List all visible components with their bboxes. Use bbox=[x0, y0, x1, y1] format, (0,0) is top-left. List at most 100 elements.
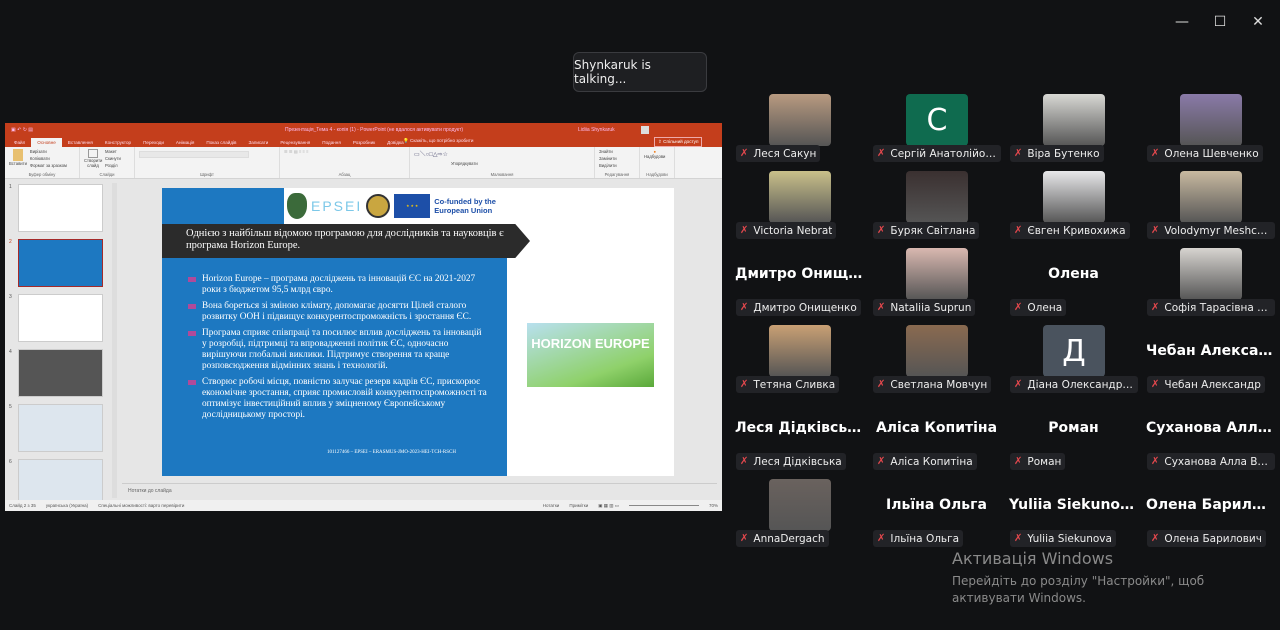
maximize-button[interactable]: ☐ bbox=[1210, 14, 1230, 30]
copy-button[interactable]: Копіювати bbox=[30, 156, 67, 161]
tab-6[interactable]: Показ слайдів bbox=[200, 138, 242, 147]
quick-access-icons[interactable]: ▣ ↶ ↻ ▤ bbox=[11, 127, 71, 133]
language[interactable]: українська (Україна) bbox=[46, 503, 88, 508]
participant-tile[interactable]: Олена Барилов... ✗ Олена Барилович bbox=[1142, 479, 1279, 556]
replace-button[interactable]: Замінити bbox=[599, 156, 617, 161]
notes-pane[interactable]: Нотатки до слайда bbox=[122, 483, 717, 500]
participant-tile[interactable]: Чебан Алексан... ✗ Чебан Александр bbox=[1142, 325, 1279, 402]
mic-muted-icon: ✗ bbox=[1151, 302, 1160, 313]
tab-0[interactable]: Файл bbox=[8, 138, 31, 147]
minimize-button[interactable]: — bbox=[1172, 14, 1192, 30]
participant-photo bbox=[769, 479, 831, 531]
close-button[interactable]: ✕ bbox=[1248, 14, 1268, 30]
comments-button[interactable]: Примітки bbox=[569, 503, 588, 508]
tab-8[interactable]: Рецензування bbox=[274, 138, 316, 147]
mic-muted-icon: ✗ bbox=[740, 456, 749, 467]
share-button[interactable]: ⇪ Спільний доступ bbox=[654, 137, 703, 147]
layout-button[interactable]: Макет bbox=[105, 149, 121, 154]
notes-button[interactable]: Нотатки bbox=[543, 503, 560, 508]
participant-name-label: ✗ Тетяна Сливка bbox=[736, 376, 840, 393]
mic-muted-icon: ✗ bbox=[877, 148, 886, 159]
participant-display-name: Роман bbox=[1048, 420, 1099, 436]
zoom-slider[interactable] bbox=[628, 505, 699, 506]
participant-tile[interactable]: Леся Дідківська ✗ Леся Дідківська bbox=[731, 402, 868, 479]
participant-tile[interactable]: Роман ✗ Роман bbox=[1005, 402, 1142, 479]
participant-tile[interactable]: Yuliia Siekunova ✗ Yuliia Siekunova bbox=[1005, 479, 1142, 556]
participant-tile[interactable]: ✗ Victoria Nebrat bbox=[731, 171, 868, 248]
cut-button[interactable]: Вирізати bbox=[30, 149, 67, 154]
tab-9[interactable]: Подання bbox=[316, 138, 347, 147]
tell-me-search[interactable]: 💡 Скажіть, що потрібно зробити bbox=[403, 138, 473, 144]
editing-group: Знайти Замінити Виділити Редагування bbox=[595, 147, 640, 178]
slide-thumbnail[interactable] bbox=[18, 404, 103, 452]
participant-tile[interactable]: ✗ AnnaDergach bbox=[731, 479, 868, 556]
participant-name: Буряк Світлана bbox=[890, 224, 976, 237]
participant-photo bbox=[1180, 94, 1242, 146]
participant-tile[interactable]: ✗ Олена Шевченко bbox=[1142, 94, 1279, 171]
tab-10[interactable]: Розробник bbox=[347, 138, 381, 147]
tab-3[interactable]: Конструктор bbox=[99, 138, 137, 147]
participant-tile[interactable]: ✗ Volodymyr Meshcheri... bbox=[1142, 171, 1279, 248]
group-label: Шрифт bbox=[200, 172, 214, 177]
clipboard-group: Вставити Вирізати Копіювати Формат за зраз… bbox=[5, 147, 80, 178]
view-buttons[interactable]: ▣ ▦ ▥ ▭ bbox=[598, 503, 619, 509]
slide: EPSEI ⋆⋆⋆ Co-funded by the European Unio… bbox=[162, 188, 674, 476]
participant-tile[interactable]: ✗ Светлана Мовчун bbox=[868, 325, 1005, 402]
participant-tile[interactable]: ✗ Леся Сакун bbox=[731, 94, 868, 171]
slide-thumbnail[interactable] bbox=[18, 294, 103, 342]
participant-tile[interactable]: Дмитро Онище... ✗ Дмитро Онищенко bbox=[731, 248, 868, 325]
participant-name: Victoria Nebrat bbox=[753, 224, 833, 237]
slide-thumbnail[interactable] bbox=[18, 239, 103, 287]
participant-tile[interactable]: Суханова Алла... ✗ Суханова Алла Валерії..… bbox=[1142, 402, 1279, 479]
select-button[interactable]: Виділити bbox=[599, 163, 617, 168]
mic-muted-icon: ✗ bbox=[1151, 225, 1160, 236]
tab-1[interactable]: Основне bbox=[31, 138, 62, 147]
thumb-number: 5 bbox=[9, 404, 12, 410]
thumbnails-scrollbar[interactable] bbox=[112, 183, 117, 498]
mic-muted-icon: ✗ bbox=[1014, 533, 1023, 544]
tab-2[interactable]: Вставлення bbox=[62, 138, 99, 147]
section-button[interactable]: Розділ bbox=[105, 163, 121, 168]
participant-tile[interactable]: ✗ Тетяна Сливка bbox=[731, 325, 868, 402]
participant-name-label: ✗ Аліса Копитіна bbox=[873, 453, 977, 470]
participant-name-label: ✗ Суханова Алла Валерії... bbox=[1147, 453, 1275, 470]
participant-name: Volodymyr Meshcheri... bbox=[1164, 224, 1271, 237]
reset-button[interactable]: Скинути bbox=[105, 156, 121, 161]
participant-tile[interactable]: ✗ Буряк Світлана bbox=[868, 171, 1005, 248]
mic-muted-icon: ✗ bbox=[1151, 379, 1160, 390]
zoom-level[interactable]: 70% bbox=[709, 503, 718, 508]
participant-tile[interactable]: Олена ✗ Олена bbox=[1005, 248, 1142, 325]
participant-name-label: ✗ Yuliia Siekunova bbox=[1010, 530, 1116, 547]
font-name-select[interactable] bbox=[139, 151, 249, 158]
participant-tile[interactable]: ✗ Софія Тарасівна Брун... bbox=[1142, 248, 1279, 325]
tab-4[interactable]: Переходи bbox=[137, 138, 170, 147]
tab-5[interactable]: Анімація bbox=[170, 138, 200, 147]
group-label: Абзац bbox=[338, 172, 351, 177]
slide-footer: 101127466 – EPSEI – ERASMUS-JMO-2023-HEI… bbox=[327, 450, 456, 455]
participant-photo bbox=[1180, 248, 1242, 300]
participant-tile[interactable]: ✗ Євген Кривохижа bbox=[1005, 171, 1142, 248]
tab-7[interactable]: Записати bbox=[243, 138, 275, 147]
find-button[interactable]: Знайти bbox=[599, 149, 617, 154]
slide-thumbnail[interactable] bbox=[18, 184, 103, 232]
participant-name-label: ✗ Дмитро Онищенко bbox=[736, 299, 861, 316]
accessibility[interactable]: Спеціальні можливості: варто перевірити bbox=[98, 503, 184, 508]
participant-tile[interactable]: Ільїна Ольга ✗ Ільїна Ольга bbox=[868, 479, 1005, 556]
participant-tile[interactable]: ✗ Nataliia Suprun bbox=[868, 248, 1005, 325]
participant-name: Роман bbox=[1027, 455, 1062, 468]
participant-tile[interactable]: Аліса Копитіна ✗ Аліса Копитіна bbox=[868, 402, 1005, 479]
participant-photo bbox=[1043, 171, 1105, 223]
participant-name-label: ✗ Олена Барилович bbox=[1147, 530, 1266, 547]
format-painter-button[interactable]: Формат за зразком bbox=[30, 163, 67, 168]
mic-muted-icon: ✗ bbox=[740, 148, 749, 159]
group-label: Слайди bbox=[99, 172, 115, 177]
participant-tile[interactable]: ✗ Віра Бутенко bbox=[1005, 94, 1142, 171]
participant-name-label: ✗ Victoria Nebrat bbox=[736, 222, 837, 239]
participant-name: Леся Сакун bbox=[753, 147, 817, 160]
slide-thumbnail[interactable] bbox=[18, 349, 103, 397]
participant-name-label: ✗ Софія Тарасівна Брун... bbox=[1147, 299, 1275, 316]
participant-tile[interactable]: С ✗ Сергій Анатолійович ... bbox=[868, 94, 1005, 171]
participant-name-label: ✗ Роман bbox=[1010, 453, 1066, 470]
participant-tile[interactable]: Д ✗ Діана Олександрівна І... bbox=[1005, 325, 1142, 402]
thumb-number: 4 bbox=[9, 349, 12, 355]
